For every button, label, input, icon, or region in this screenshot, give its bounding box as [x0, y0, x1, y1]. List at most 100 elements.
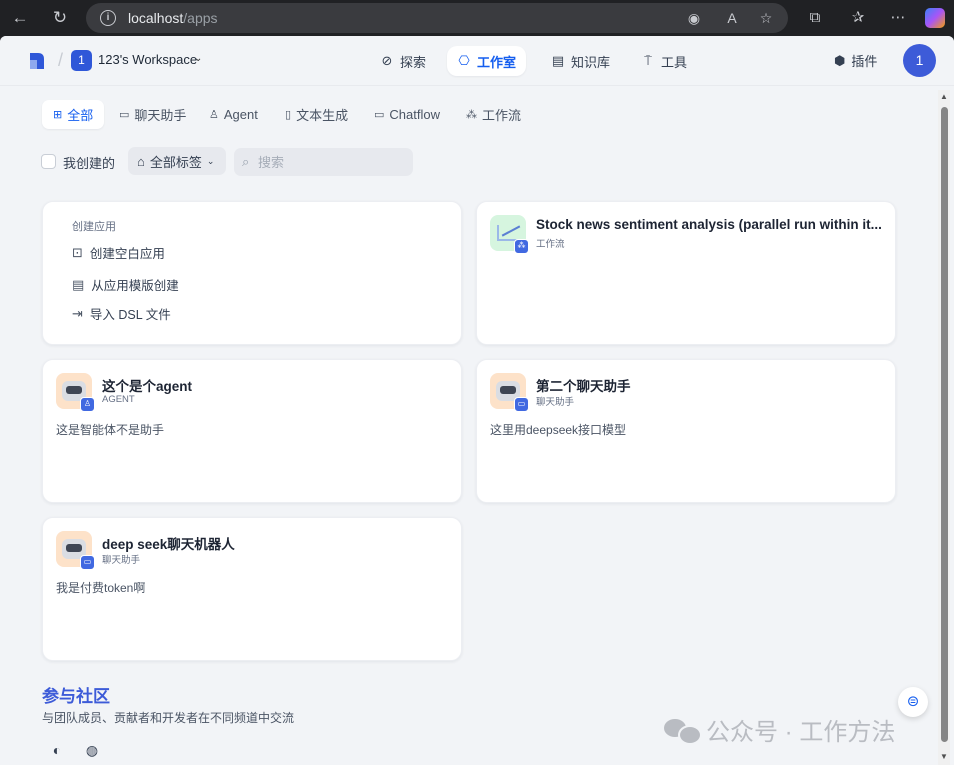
tab-label: 全部: [67, 108, 94, 123]
scrollbar[interactable]: ▲ ▼: [938, 90, 950, 765]
app-name: 这个是个agent: [102, 379, 193, 394]
help-bubble-icon[interactable]: ⊜: [898, 687, 928, 717]
nav-label: 知识库: [571, 54, 611, 70]
watermark: 公众号 · 工作方法: [664, 712, 895, 747]
workspace-name[interactable]: 123's Workspace: [98, 52, 197, 67]
favorites-icon[interactable]: ✰: [846, 6, 870, 30]
read-aloud-icon[interactable]: A: [722, 8, 742, 28]
app-type: 工作流: [536, 239, 565, 250]
chat-icon: ▭: [119, 109, 130, 121]
grid-icon: ⊞: [53, 109, 63, 121]
copilot-icon[interactable]: [925, 8, 945, 28]
create-item-label: 从应用模版创建: [91, 279, 179, 293]
nav-label: 工具: [661, 54, 688, 70]
address-bar[interactable]: i localhost/apps ◉ A ☆: [86, 3, 788, 33]
app-viewport: / 1 123's Workspace ⌄ ⊘ 探索 ⎔ 工作室 ▤ 知识库 ⍑…: [0, 36, 954, 765]
browser-extension-icon[interactable]: ◉: [684, 8, 704, 28]
app-name: 第二个聊天助手: [536, 379, 631, 394]
book-icon: ▤: [551, 53, 565, 68]
import-icon: ⇥: [72, 305, 83, 321]
app-icon: ▭: [56, 531, 95, 570]
app-icon: ▭: [490, 373, 529, 412]
tab-label: 聊天助手: [134, 108, 187, 123]
app-name: deep seek聊天机器人: [102, 537, 235, 552]
tab-text-generation[interactable]: ▯ 文本生成: [274, 100, 359, 129]
app-card[interactable]: ♙ 这个是个agent AGENT 这是智能体不是助手: [42, 359, 462, 503]
chat-badge-icon: ▭: [514, 397, 529, 412]
app-card[interactable]: ⁂ Stock news sentiment analysis (paralle…: [476, 201, 896, 345]
plugin-button[interactable]: ⬢ 插件: [834, 51, 877, 70]
app-description: 我是付费token啊: [56, 581, 146, 595]
app-name: Stock news sentiment analysis (parallel …: [536, 217, 882, 232]
create-app-card: 创建应用 ⊡ 创建空白应用 ▤ 从应用模版创建 ⇥ 导入 DSL 文件: [42, 201, 462, 345]
avatar[interactable]: 1: [903, 44, 936, 77]
app-icon: ⁂: [490, 215, 529, 254]
discord-icon[interactable]: ◍: [82, 740, 102, 760]
search-box[interactable]: ⌕: [234, 148, 413, 176]
nav-tools[interactable]: ⍑ 工具: [631, 46, 697, 76]
tab-agent[interactable]: ♙ Agent: [198, 100, 269, 129]
chatflow-icon: ▭: [374, 109, 385, 121]
scrollbar-thumb[interactable]: [941, 107, 948, 742]
info-icon[interactable]: i: [100, 10, 116, 26]
chevron-down-icon[interactable]: ⌄: [194, 53, 202, 64]
document-icon: ▯: [285, 109, 292, 121]
agent-icon: ♙: [209, 109, 219, 121]
tag-icon: ⌂: [137, 153, 145, 169]
nav-explore[interactable]: ⊘ 探索: [370, 46, 436, 76]
browser-chrome: ← ↻ i localhost/apps ◉ A ☆ ⧉ ✰ ⋯: [0, 0, 954, 36]
tab-all[interactable]: ⊞ 全部: [42, 100, 105, 129]
tag-filter-select[interactable]: ⌂ 全部标签 ⌄: [128, 147, 226, 175]
chat-badge-icon: ▭: [80, 555, 95, 570]
tab-label: 文本生成: [296, 108, 349, 123]
scroll-down-icon[interactable]: ▼: [940, 752, 948, 761]
tab-chat-assistant[interactable]: ▭ 聊天助手: [108, 100, 197, 129]
refresh-icon[interactable]: ↻: [48, 6, 72, 30]
plugin-label: 插件: [851, 54, 878, 69]
search-input[interactable]: [258, 152, 408, 172]
tab-workflow[interactable]: ⁂ 工作流: [455, 100, 532, 129]
hammer-icon: ⍑: [644, 53, 652, 68]
nav-studio[interactable]: ⎔ 工作室: [447, 46, 527, 76]
back-icon[interactable]: ←: [8, 6, 32, 30]
create-card-title: 创建应用: [72, 221, 116, 233]
wechat-icon: [664, 717, 702, 745]
create-blank-app[interactable]: ⊡ 创建空白应用: [72, 243, 165, 262]
scroll-up-icon[interactable]: ▲: [940, 92, 948, 101]
create-item-label: 创建空白应用: [89, 247, 165, 261]
app-icon: ♙: [56, 373, 95, 412]
chevron-down-icon: ⌄: [206, 155, 215, 166]
extensions-icon[interactable]: ⧉: [803, 6, 827, 30]
search-icon: ⌕: [242, 154, 250, 169]
github-icon[interactable]: ◐: [47, 740, 67, 760]
app-description: 这里用deepseek接口模型: [490, 423, 627, 437]
tag-filter-label: 全部标签: [149, 154, 202, 170]
nav-label: 探索: [400, 54, 427, 70]
nav-knowledge[interactable]: ▤ 知识库: [541, 46, 620, 76]
watermark-text: 公众号 · 工作方法: [706, 719, 896, 746]
workflow-badge-icon: ⁂: [514, 239, 529, 254]
url-text[interactable]: localhost/apps: [128, 10, 218, 26]
favorite-star-icon[interactable]: ☆: [756, 8, 776, 28]
community-subtitle: 与团队成员、贡献者和开发者在不同频道中交流: [42, 711, 295, 725]
app-type: 聊天助手: [102, 555, 141, 566]
app-logo-icon[interactable]: [28, 51, 46, 71]
tab-label: 工作流: [482, 108, 522, 123]
breadcrumb-separator: /: [58, 50, 64, 70]
cube-icon: ⬢: [834, 52, 846, 68]
app-description: 这是智能体不是助手: [56, 423, 165, 437]
workspace-badge[interactable]: 1: [71, 50, 92, 71]
workflow-icon: ⁂: [466, 109, 477, 121]
more-icon[interactable]: ⋯: [886, 6, 910, 30]
app-card[interactable]: ▭ deep seek聊天机器人 聊天助手 我是付费token啊: [42, 517, 462, 661]
app-type: AGENT: [102, 394, 135, 405]
app-card[interactable]: ▭ 第二个聊天助手 聊天助手 这里用deepseek接口模型: [476, 359, 896, 503]
create-item-label: 导入 DSL 文件: [89, 308, 171, 322]
mine-checkbox[interactable]: [41, 154, 56, 169]
tab-chatflow[interactable]: ▭ Chatflow: [363, 100, 451, 129]
create-from-template[interactable]: ▤ 从应用模版创建: [72, 275, 179, 294]
file-plus-icon: ⊡: [72, 244, 83, 260]
app-type: 聊天助手: [536, 397, 575, 408]
import-dsl[interactable]: ⇥ 导入 DSL 文件: [72, 304, 171, 323]
mine-label[interactable]: 我创建的: [63, 153, 115, 172]
